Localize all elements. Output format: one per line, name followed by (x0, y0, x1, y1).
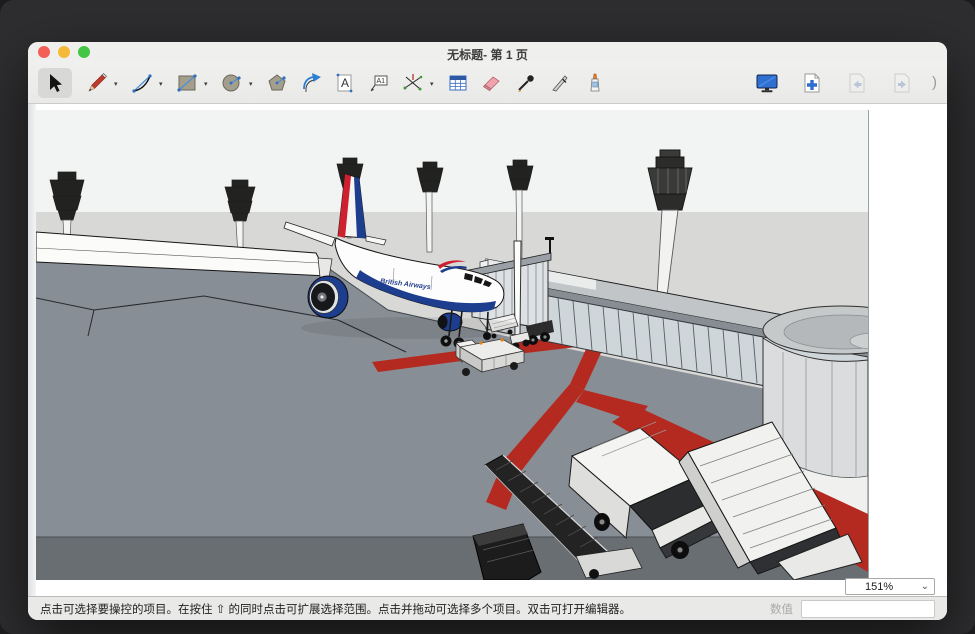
canvas-gutter (28, 104, 36, 596)
zoom-button[interactable] (78, 46, 90, 58)
eraser-tool-button[interactable] (475, 68, 509, 98)
measurement-label: 数值 (770, 601, 793, 617)
traffic-lights (38, 46, 90, 58)
desktop: 无标题- 第 1 页 ▾ (0, 0, 975, 634)
circle-icon (220, 71, 244, 95)
eraser-icon (480, 71, 504, 95)
text-icon: A (333, 71, 357, 95)
split-tool-button[interactable] (543, 68, 577, 98)
chevron-down-icon: ⌄ (921, 583, 929, 591)
presentation-monitor-icon (754, 71, 780, 95)
join-tool-button[interactable] (577, 68, 611, 98)
select-tool-button[interactable] (38, 68, 72, 98)
toolbar-overflow-indicator[interactable]: ) (930, 74, 937, 91)
offset-arrow-icon (299, 71, 323, 95)
toolbar: ▾ ▾ ▾ (28, 62, 947, 104)
status-hint-text: 点击可选择要操控的项目。在按住 ⇧ 的同时点击可扩展选择范围。点击并拖动可选择多… (40, 601, 770, 617)
cursor-arrow-icon (43, 71, 67, 95)
minimize-button[interactable] (58, 46, 70, 58)
polygon-icon (265, 71, 289, 95)
sky (36, 110, 868, 212)
zoom-level-dropdown[interactable]: 151% ⌄ (845, 578, 935, 595)
line-tool-dropdown[interactable]: ▾ (114, 77, 125, 88)
glue-bottle-icon (582, 71, 606, 95)
start-presentation-button[interactable] (750, 68, 784, 98)
knife-icon (548, 71, 572, 95)
zoom-level-value: 151% (851, 581, 921, 593)
arc-tool-dropdown[interactable]: ▾ (159, 77, 170, 88)
text-tool-button[interactable]: A (328, 68, 362, 98)
svg-text:A1: A1 (377, 78, 386, 85)
document-canvas[interactable]: British Airways (28, 104, 947, 596)
engine (308, 276, 348, 318)
pencil-icon (85, 71, 109, 95)
polygon-tool-button[interactable] (260, 68, 294, 98)
toolbar-right-group: ) (750, 68, 937, 98)
arc-icon (130, 71, 154, 95)
measurement-input[interactable] (801, 600, 935, 618)
table-tool-button[interactable] (441, 68, 475, 98)
line-tool-button[interactable] (80, 68, 114, 98)
add-page-icon (800, 71, 824, 95)
table-icon (446, 71, 470, 95)
dimension-tool-button[interactable] (396, 68, 430, 98)
label-icon: A1 (367, 71, 391, 95)
titlebar[interactable]: 无标题- 第 1 页 (28, 42, 947, 62)
layout-window: 无标题- 第 1 页 ▾ (28, 42, 947, 620)
rectangle-tool-button[interactable] (170, 68, 204, 98)
statusbar: 点击可选择要操控的项目。在按住 ⇧ 的同时点击可扩展选择范围。点击并拖动可选择多… (28, 596, 947, 620)
rectangle-tool-dropdown[interactable]: ▾ (204, 77, 215, 88)
eyedropper-icon (514, 71, 538, 95)
dimension-axes-icon (401, 71, 425, 95)
arc-tool-button[interactable] (125, 68, 159, 98)
previous-page-icon (845, 71, 869, 95)
circle-tool-dropdown[interactable]: ▾ (249, 77, 260, 88)
circle-tool-button[interactable] (215, 68, 249, 98)
svg-text:A: A (341, 76, 349, 90)
close-button[interactable] (38, 46, 50, 58)
offset-tool-button[interactable] (294, 68, 328, 98)
previous-page-button[interactable] (840, 68, 874, 98)
next-page-icon (890, 71, 914, 95)
window-title: 无标题- 第 1 页 (28, 42, 947, 63)
model-viewport-3d-scene[interactable]: British Airways (36, 110, 869, 580)
dimension-tool-dropdown[interactable]: ▾ (430, 77, 441, 88)
style-eyedropper-button[interactable] (509, 68, 543, 98)
next-page-button[interactable] (885, 68, 919, 98)
add-page-button[interactable] (795, 68, 829, 98)
rectangle-icon (175, 71, 199, 95)
label-tool-button[interactable]: A1 (362, 68, 396, 98)
